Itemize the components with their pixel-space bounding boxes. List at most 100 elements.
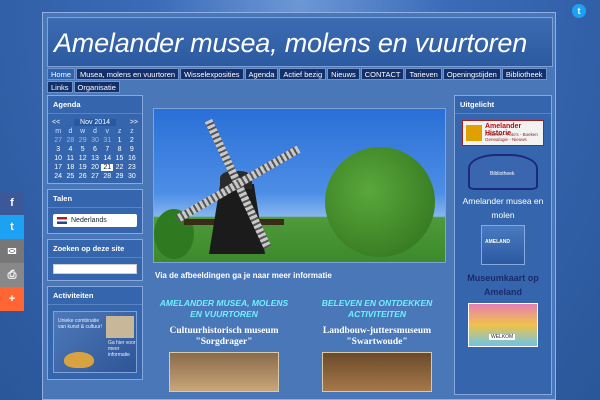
calendar-day[interactable]: 11 [64,155,76,162]
calendar-day[interactable]: 29 [77,137,89,144]
nav-nieuws[interactable]: Nieuws [327,68,360,80]
mail-share-icon[interactable]: ✉ [0,239,24,263]
calendar-day[interactable]: 23 [126,164,138,171]
museumkaart-image[interactable]: WELKOM [468,303,538,347]
site-title[interactable]: Amelander musea, molens en vuurtoren [54,28,527,59]
bibliotheek-book-icon[interactable]: Bibliotheek [468,154,538,190]
windmill-hero-image[interactable] [153,108,446,263]
nav-contact[interactable]: CONTACT [360,68,405,80]
right-sidebar: Uitgelicht Amelander Historie Artikelen … [454,95,552,400]
activiteiten-title: Activiteiten [48,287,142,305]
calendar-next-button[interactable]: >> [130,119,138,126]
calendar-day[interactable]: 4 [64,146,76,153]
card-musea-title[interactable]: AMELANDER MUSEA, MOLENS EN VUURTOREN [153,298,295,320]
calendar-day[interactable]: 15 [113,155,125,162]
calendar-day[interactable]: 21 [101,164,114,171]
calendar-month: Nov 2014 [74,119,116,126]
calendar-weekday: w [80,128,86,135]
uitgelicht-widget: Uitgelicht Amelander Historie Artikelen … [454,95,552,395]
nav-actief-bezig[interactable]: Actief bezig [279,68,327,80]
calendar-day[interactable]: 31 [101,137,113,144]
calendar-weekday: m [55,128,62,135]
card-activiteiten-image[interactable] [322,352,432,392]
card-musea-image[interactable] [169,352,279,392]
print-icon[interactable]: ⎙ [0,263,24,287]
calendar-day[interactable]: 12 [77,155,89,162]
activiteiten-banner[interactable]: Unieke combinatie van kunst & cultuur! G… [53,311,137,373]
card-activiteiten-title[interactable]: BELEVEN EN ONTDEKKEN ACTIVITEITEN [306,298,448,320]
calendar-day[interactable]: 16 [126,155,138,162]
calendar-day[interactable]: 30 [126,173,138,180]
calendar-day[interactable]: 14 [101,155,113,162]
calendar-day[interactable]: 18 [64,164,76,171]
site-header: Amelander musea, molens en vuurtoren [47,17,553,67]
calendar-day[interactable]: 22 [113,164,125,171]
cheese-image [64,352,94,368]
calendar-day[interactable]: 7 [101,146,113,153]
calendar-day[interactable]: 27 [89,173,101,180]
activiteiten-text: Unieke combinatie van kunst & cultuur! [58,318,102,330]
language-selected: Nederlands [71,217,107,224]
kunstmaand-label: AMELAND [485,239,510,245]
nav-musea[interactable]: Musea, molens en vuurtoren [76,68,180,80]
nav-wisselexposities[interactable]: Wisselexposities [180,68,244,80]
calendar-day[interactable]: 20 [89,164,101,171]
calendar: << Nov 2014 >> m d w d v z z 27 28 29 30 31 1 2 3 4 5 6 7 8… [48,114,142,183]
nav-tarieven[interactable]: Tarieven [405,68,442,80]
feature-cards: AMELANDER MUSEA, MOLENS EN VUURTOREN Cul… [153,298,448,392]
facebook-share-icon[interactable]: f [0,191,24,215]
nav-agenda[interactable]: Agenda [244,68,279,80]
tree-shape [325,147,435,257]
activiteiten-more: Ga hier voor meer informatie [108,340,136,358]
calendar-day[interactable]: 28 [101,173,113,180]
talen-widget: Talen Nederlands [47,189,143,234]
twitter-icon[interactable]: t [572,4,586,18]
calendar-day[interactable]: 28 [64,137,76,144]
museumkaart-title[interactable]: Museumkaart op Ameland [455,271,551,299]
logo-emblem-icon [466,125,482,141]
nav-openingstijden[interactable]: Openingstijden [442,68,501,80]
calendar-day[interactable]: 9 [126,146,138,153]
kunstmaand-image[interactable]: AMELAND [481,225,525,265]
plus-share-icon[interactable]: + [0,287,24,311]
calendar-day[interactable]: 3 [52,146,64,153]
calendar-day[interactable]: 13 [89,155,101,162]
nav-organisatie[interactable]: Organisatie [73,81,120,93]
logo-subtitle: Artikelen - Foto's - Boeken Genealogie -… [485,132,538,142]
language-select[interactable]: Nederlands [53,214,137,227]
calendar-prev-button[interactable]: << [52,119,60,126]
calendar-day[interactable]: 26 [77,173,89,180]
twitter-share-icon[interactable]: t [0,215,24,239]
amelander-historie-logo[interactable]: Amelander Historie Artikelen - Foto's - … [462,120,544,146]
card-musea-sub1: Cultuurhistorisch museum [169,326,279,336]
activiteiten-widget: Activiteiten Unieke combinatie van kunst… [47,286,143,380]
calendar-day[interactable]: 5 [77,146,89,153]
calendar-day[interactable]: 8 [113,146,125,153]
card-activiteiten-sub1: Landbouw-juttersmuseum [322,326,432,336]
calendar-day[interactable]: 30 [89,137,101,144]
calendar-day[interactable]: 19 [77,164,89,171]
calendar-day[interactable]: 17 [52,164,64,171]
calendar-day[interactable]: 27 [52,137,64,144]
calendar-day[interactable]: 24 [52,173,64,180]
calendar-day[interactable]: 25 [64,173,76,180]
nav-links[interactable]: Links [47,81,73,93]
calendar-grid: m d w d v z z 27 28 29 30 31 1 2 3 4 5 6 7 8 9 10 11 12 13 14 15 16… [52,128,138,180]
calendar-day[interactable]: 10 [52,155,64,162]
calendar-day[interactable]: 29 [113,173,125,180]
left-sidebar: Agenda << Nov 2014 >> m d w d v z z 27 28 29 30 31 1… [47,95,143,385]
bibliotheek-label: Bibliotheek [490,171,515,177]
calendar-day[interactable]: 2 [126,137,138,144]
calendar-day[interactable]: 6 [89,146,101,153]
card-activiteiten[interactable]: BELEVEN EN ONTDEKKEN ACTIVITEITEN Landbo… [306,298,448,392]
calendar-day[interactable]: 1 [113,137,125,144]
calendar-weekday: d [93,128,97,135]
nav-home[interactable]: Home [47,68,76,80]
search-title: Zoeken op deze site [48,240,142,258]
card-musea[interactable]: AMELANDER MUSEA, MOLENS EN VUURTOREN Cul… [153,298,295,392]
nav-bibliotheek[interactable]: Bibliotheek [501,68,547,80]
hero-caption: Via de afbeeldingen ga je naar meer info… [155,271,332,280]
search-widget: Zoeken op deze site [47,239,143,281]
musea-molen-text[interactable]: Amelander musea en molen [455,194,551,222]
search-input[interactable] [53,264,137,274]
